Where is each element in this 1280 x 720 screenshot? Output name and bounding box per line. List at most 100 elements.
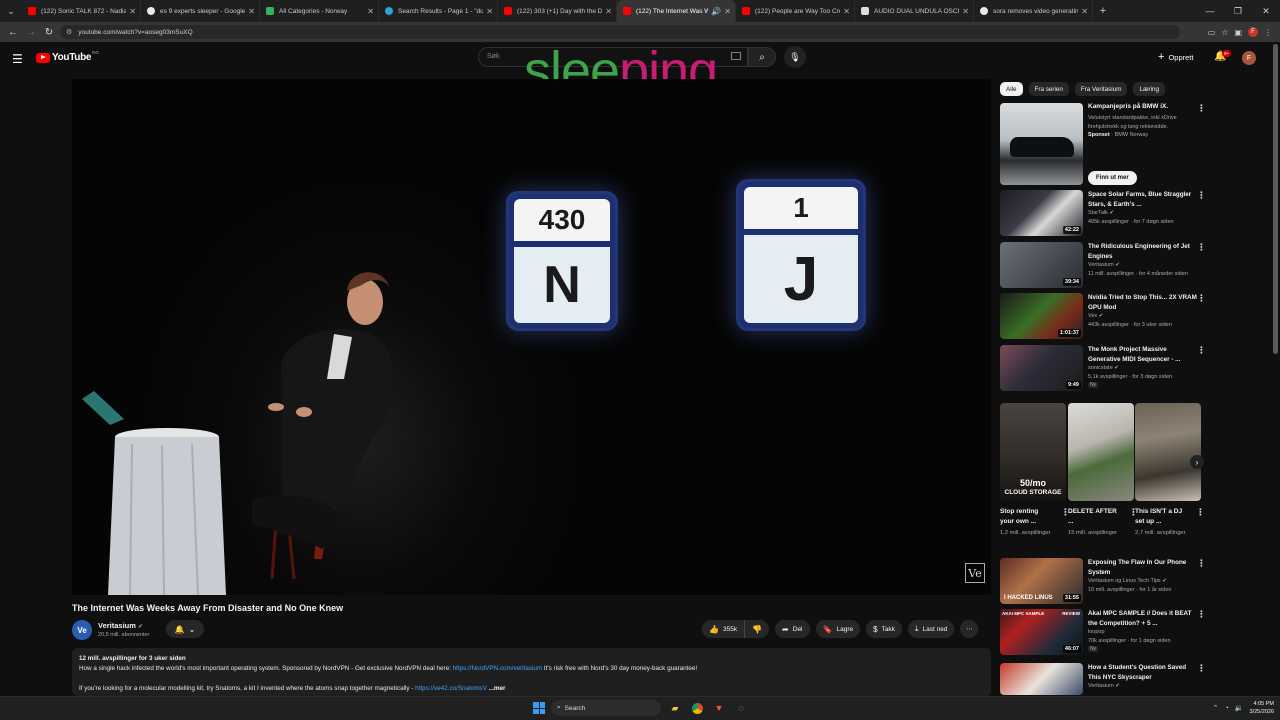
forward-icon[interactable]: →: [22, 27, 40, 38]
browser-tab[interactable]: es 9 experts sleeper - Google S ✕: [141, 0, 260, 22]
recommended-video[interactable]: 39:34 The Ridiculous Engineering of Jet …: [1000, 242, 1206, 288]
audio-playing-icon[interactable]: 🔊: [711, 7, 721, 16]
channel-name[interactable]: Veritasium ✔: [98, 621, 143, 630]
ad-cta-button[interactable]: Finn ut mer: [1088, 171, 1137, 185]
rec-title[interactable]: Akai MPC SAMPLE // Does it BEAT the Comp…: [1088, 609, 1198, 628]
browser-tab[interactable]: Search Results - Page 1 - "dual ✕: [379, 0, 498, 22]
close-tab-icon[interactable]: ✕: [486, 7, 493, 16]
close-tab-icon[interactable]: ✕: [1081, 7, 1088, 16]
chip-from-veritasium[interactable]: Fra Veritasium: [1074, 82, 1128, 96]
rec-title[interactable]: Nvidia Tried to Stop This... 2X VRAM GPU…: [1088, 293, 1198, 312]
video-thumbnail[interactable]: 9:49: [1000, 345, 1083, 391]
more-options-icon[interactable]: ⋮: [1197, 345, 1206, 356]
recommended-video[interactable]: 1:01:37 Nvidia Tried to Stop This... 2X …: [1000, 293, 1206, 339]
browser-menu-icon[interactable]: ⋮: [1264, 28, 1272, 37]
rec-channel[interactable]: Veritasium ✔: [1088, 683, 1120, 689]
extension-icon[interactable]: ▣: [1234, 28, 1242, 37]
save-button[interactable]: 🔖 Lagre: [815, 620, 861, 638]
video-thumbnail[interactable]: 39:34: [1000, 242, 1083, 288]
sponsored-ad[interactable]: Kampanjepris på BMW iX. Velutstyrt stand…: [1000, 103, 1206, 185]
close-tab-icon[interactable]: ✕: [724, 7, 731, 16]
browser-tab-active[interactable]: (122) The Internet Was Wee🔊✕: [617, 0, 736, 22]
search-button[interactable]: ⌕: [748, 47, 776, 67]
rec-channel[interactable]: sonicstate ✔: [1088, 365, 1119, 371]
account-avatar[interactable]: F: [1242, 51, 1256, 65]
url-field[interactable]: ⚙ youtube.com/watch?v=aoseg03mSuXQ: [60, 25, 1180, 39]
reload-icon[interactable]: ↻: [40, 27, 58, 38]
like-button[interactable]: 👍 355k: [702, 620, 746, 638]
dislike-button[interactable]: 👎: [745, 620, 770, 638]
channel-avatar[interactable]: Ve: [72, 620, 92, 640]
short-item[interactable]: 50/mo CLOUD STORAGE Stop renting your own…: [1000, 403, 1070, 536]
rec-title[interactable]: The Ridiculous Engineering of Jet Engine…: [1088, 242, 1198, 261]
close-tab-icon[interactable]: ✕: [129, 7, 136, 16]
video-thumbnail[interactable]: I HACKED LINUS 31:55: [1000, 558, 1083, 604]
bookmark-star-icon[interactable]: ☆: [1221, 28, 1228, 37]
short-thumbnail[interactable]: [1068, 403, 1134, 501]
more-options-icon[interactable]: ⋮: [1197, 242, 1206, 253]
browser-tab[interactable]: (122) Sonic TALK 872 - Nadia S ✕: [22, 0, 141, 22]
ad-thumbnail[interactable]: [1000, 103, 1083, 185]
browser-tab[interactable]: (122) 303 (+1) Day with the DJ ✕: [498, 0, 617, 22]
chip-all[interactable]: Alle: [1000, 82, 1023, 96]
video-thumbnail[interactable]: 1:01:37: [1000, 293, 1083, 339]
file-explorer-icon[interactable]: ▰: [667, 700, 683, 716]
back-icon[interactable]: ←: [4, 27, 22, 38]
video-thumbnail[interactable]: [1000, 663, 1083, 695]
close-tab-icon[interactable]: ✕: [605, 7, 612, 16]
browser-tab[interactable]: AUDIO DUAL UNDULA OSCILL ✕: [855, 0, 974, 22]
site-info-icon[interactable]: ⚙: [66, 28, 72, 36]
close-tab-icon[interactable]: ✕: [248, 7, 255, 16]
nordvpn-link[interactable]: https://NordVPN.com/veritasium: [453, 665, 543, 672]
maximize-icon[interactable]: ❐: [1224, 0, 1252, 22]
chrome-icon[interactable]: [689, 700, 705, 716]
description-box[interactable]: 12 mill. avspillinger for 3 uker siden H…: [72, 648, 991, 696]
more-options-icon[interactable]: ⋮: [1196, 507, 1205, 518]
recommended-video[interactable]: 42:22 Space Solar Farms, Blue Straggler …: [1000, 190, 1206, 236]
channel-watermark[interactable]: Ve: [965, 563, 985, 583]
recommended-video[interactable]: How a Student's Question Saved This NYC …: [1000, 663, 1206, 695]
more-actions-button[interactable]: ⋯: [960, 620, 979, 638]
rec-title[interactable]: How a Student's Question Saved This NYC …: [1088, 663, 1198, 682]
short-title[interactable]: DELETE AFTER ...: [1068, 507, 1122, 527]
voice-search-button[interactable]: 🎙: [784, 46, 806, 68]
more-options-icon[interactable]: ⋮: [1197, 103, 1206, 114]
ad-title[interactable]: Kampanjepris på BMW iX.: [1088, 103, 1168, 110]
tray-overflow-icon[interactable]: ⌃: [1213, 704, 1219, 712]
thanks-button[interactable]: $ Takk: [866, 620, 902, 638]
browser-tab[interactable]: (122) People are Way Too Crea ✕: [736, 0, 855, 22]
chip-learning[interactable]: Læring: [1133, 82, 1166, 96]
clock[interactable]: 4:05 PM 3/25/2026: [1250, 700, 1274, 716]
close-tab-icon[interactable]: ✕: [843, 7, 850, 16]
close-window-icon[interactable]: ✕: [1252, 0, 1280, 22]
download-button[interactable]: ⤓ Last ned: [907, 620, 955, 638]
page-scrollbar[interactable]: [1273, 44, 1278, 354]
chevron-right-icon[interactable]: ›: [1190, 455, 1204, 469]
rec-channel[interactable]: Vex ✔: [1088, 313, 1103, 319]
rec-title[interactable]: Exposing The Flaw In Our Phone System: [1088, 558, 1198, 577]
more-options-icon[interactable]: ⋮: [1197, 190, 1206, 201]
cast-icon[interactable]: ▭: [1208, 28, 1216, 37]
short-item[interactable]: This ISN'T a DJ set up ... 2,7 mill. avs…: [1135, 403, 1205, 536]
video-player[interactable]: 430 N 1 J Ve: [72, 79, 991, 595]
short-title[interactable]: This ISN'T a DJ set up ...: [1135, 507, 1189, 527]
short-title[interactable]: Stop renting your own ...: [1000, 507, 1054, 527]
new-tab-button[interactable]: +: [1093, 5, 1113, 17]
windows-start-icon[interactable]: [533, 702, 545, 714]
app-icon[interactable]: ◌: [733, 700, 749, 716]
recommended-video[interactable]: 9:49 The Monk Project Massive Generative…: [1000, 345, 1206, 391]
rec-channel[interactable]: StarTalk ✔: [1088, 210, 1114, 216]
rec-channel[interactable]: loopop: [1088, 629, 1105, 635]
volume-icon[interactable]: 🔉: [1235, 704, 1244, 712]
more-options-icon[interactable]: ⋮: [1197, 663, 1206, 674]
more-options-icon[interactable]: ⋮: [1197, 293, 1206, 304]
show-more-link[interactable]: ...mer: [489, 685, 506, 692]
more-options-icon[interactable]: ⋮: [1197, 558, 1206, 569]
browser-tab[interactable]: All Categories - Norway ✕: [260, 0, 379, 22]
menu-icon[interactable]: ☰: [12, 52, 23, 66]
close-tab-icon[interactable]: ✕: [962, 7, 969, 16]
keyboard-icon[interactable]: [731, 52, 741, 60]
share-button[interactable]: ➦ Del: [775, 620, 810, 638]
browser-tab[interactable]: sora removes video generating ✕: [974, 0, 1093, 22]
short-thumbnail[interactable]: 50/mo CLOUD STORAGE: [1000, 403, 1066, 501]
